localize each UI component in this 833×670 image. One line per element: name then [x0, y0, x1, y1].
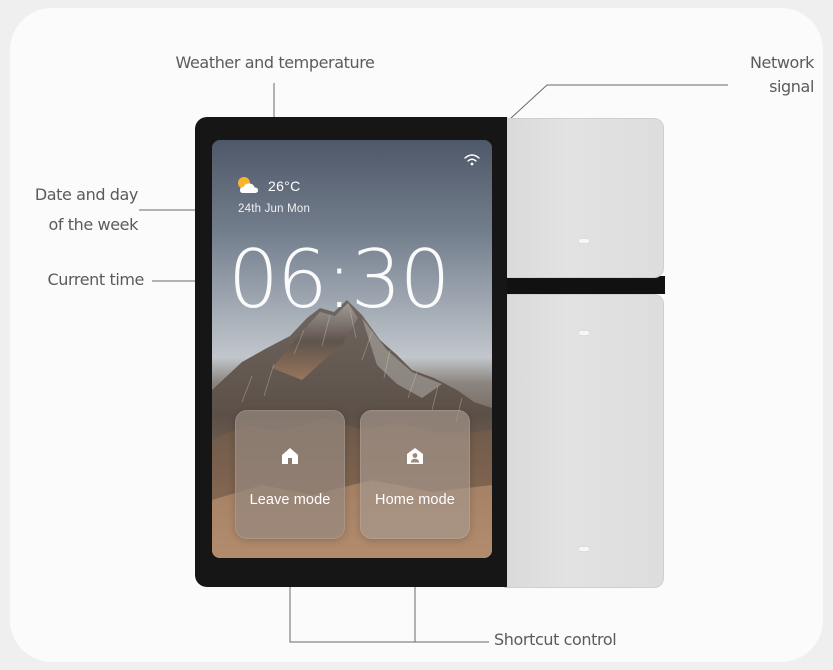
annotation-shortcut: Shortcut control — [494, 630, 617, 649]
home-person-icon — [407, 448, 423, 464]
panel-divider — [500, 276, 665, 294]
wifi-icon — [464, 154, 480, 166]
panel-bottom-indicator-bottom — [579, 547, 589, 551]
canvas: Weather and temperature Network signal D… — [0, 0, 833, 670]
annotation-current-time: Current time — [47, 270, 144, 289]
annotation-date: Date and day of the week — [6, 183, 139, 237]
leave-mode-button[interactable]: Leave mode — [235, 410, 345, 539]
panel-top-indicator — [579, 239, 589, 243]
house-icon — [282, 448, 298, 464]
leave-mode-label: Leave mode — [249, 492, 331, 508]
touch-screen: 26°C 24th Jun Mon 06:30 Leave mode Home … — [212, 140, 492, 558]
annotation-date-line2: of the week — [48, 215, 139, 234]
current-time: 06:30 — [228, 233, 451, 326]
date-label: 24th Jun Mon — [238, 203, 311, 215]
annotation-network-line1: Network — [749, 53, 814, 72]
weather-row: 26°C — [236, 175, 300, 197]
switch-panel-bottom[interactable] — [504, 294, 664, 588]
panel-bottom-indicator-top — [579, 331, 589, 335]
annotation-weather: Weather and temperature — [175, 53, 375, 72]
switch-panel-top[interactable] — [504, 118, 664, 278]
temperature: 26°C — [268, 178, 301, 194]
partly-cloudy-icon — [238, 177, 258, 193]
annotation-network-line2: signal — [769, 77, 814, 96]
annotation-network: Network signal — [716, 51, 814, 99]
home-mode-label: Home mode — [375, 492, 455, 508]
home-mode-button[interactable]: Home mode — [360, 410, 470, 539]
annotation-date-line1: Date and day — [34, 185, 139, 204]
